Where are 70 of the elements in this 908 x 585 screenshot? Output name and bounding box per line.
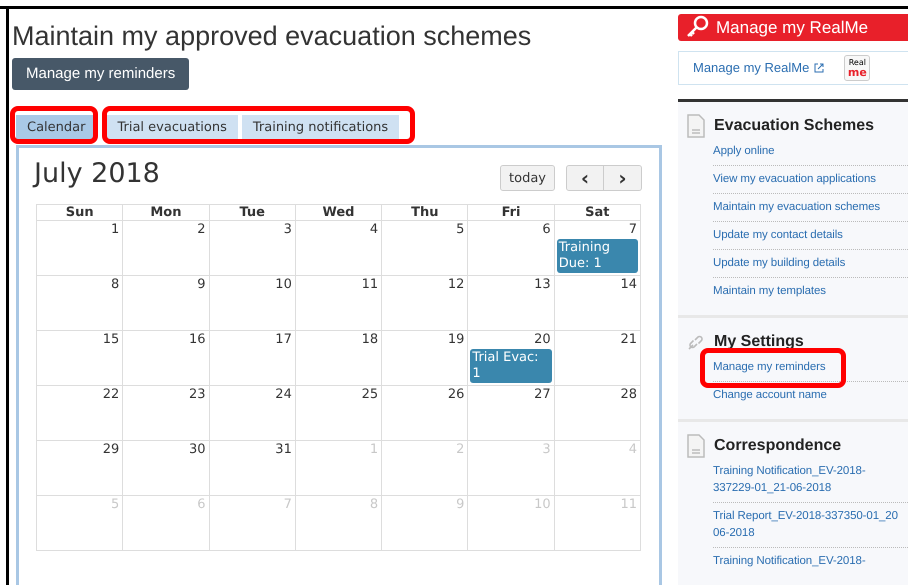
day-number: 14 xyxy=(620,276,638,294)
weekday-header: Tue xyxy=(210,205,296,222)
sidebar-link[interactable]: View my evacuation applications xyxy=(713,171,908,188)
day-number: 24 xyxy=(275,386,293,404)
day-number: 5 xyxy=(456,221,466,240)
sidebar-link[interactable]: Change account name xyxy=(713,387,908,404)
day-number: 11 xyxy=(362,276,380,294)
day-number: 6 xyxy=(542,221,552,240)
calendar-event[interactable]: Trial Evac: 1 xyxy=(470,349,552,384)
day-number: 13 xyxy=(534,276,552,294)
day-number: 3 xyxy=(284,221,293,240)
page-title: Maintain my approved evacuation schemes xyxy=(12,20,532,52)
day-number: 19 xyxy=(448,331,466,350)
key-icon xyxy=(686,15,710,40)
realme-banner[interactable]: Manage my RealMe xyxy=(678,14,908,41)
sidebar-link[interactable]: Maintain my evacuation schemes xyxy=(713,199,908,216)
manage-reminders-button[interactable]: Manage my reminders xyxy=(12,58,190,90)
sidebar-link[interactable]: Training Notification_EV-2018- xyxy=(713,553,908,570)
day-number: 27 xyxy=(534,386,552,404)
realme-link[interactable]: Manage my RealMe xyxy=(693,58,824,78)
day-number: 7 xyxy=(628,221,638,240)
document-icon xyxy=(686,434,706,458)
day-number: 18 xyxy=(362,331,380,350)
day-number: 21 xyxy=(620,331,638,350)
sidebar-link[interactable]: Maintain my templates xyxy=(713,283,908,300)
day-number: 12 xyxy=(448,276,466,294)
day-number: 26 xyxy=(448,386,466,404)
weekday-header: Sat xyxy=(554,205,641,222)
sidebar-link[interactable]: Training Notification_EV-2018- 337229-01_21-06-2018 xyxy=(713,463,908,497)
weekday-header: Mon xyxy=(123,205,210,222)
sidebar-link[interactable]: Manage my reminders xyxy=(713,359,908,376)
today-button[interactable]: today xyxy=(500,165,555,192)
day-number: 4 xyxy=(370,221,380,240)
weekday-header: Fri xyxy=(468,205,555,222)
day-number: 31 xyxy=(275,441,293,460)
month-title: July 2018 xyxy=(34,157,160,191)
day-number: 22 xyxy=(102,386,120,404)
tab[interactable]: Trial evacuations xyxy=(106,115,238,140)
weekday-header: Wed xyxy=(296,205,382,222)
day-number: 9 xyxy=(197,276,207,294)
external-link-icon xyxy=(814,62,824,73)
day-number: 1 xyxy=(111,221,120,240)
weekday-header: Thu xyxy=(382,205,468,222)
banner-title: Manage my RealMe xyxy=(716,16,868,39)
document-icon xyxy=(686,114,706,138)
tab[interactable]: Training notifications xyxy=(242,115,400,140)
day-number: 23 xyxy=(189,386,207,404)
day-number: 16 xyxy=(189,331,207,350)
section-title: My Settings xyxy=(714,332,804,352)
day-number: 15 xyxy=(102,331,120,350)
day-number: 10 xyxy=(275,276,293,294)
previous-button[interactable]: ‹ xyxy=(566,165,604,192)
realme-logo: Real me xyxy=(844,54,870,81)
calendar-event[interactable]: Training Due: 1 xyxy=(556,239,638,274)
next-button[interactable]: › xyxy=(604,165,642,192)
weekday-header: Sun xyxy=(37,205,124,222)
section-title: Evacuation Schemes xyxy=(714,116,874,136)
section-title: Correspondence xyxy=(714,436,842,456)
day-number: 30 xyxy=(189,441,207,460)
day-number: 20 xyxy=(534,331,552,350)
day-number: 29 xyxy=(102,441,120,460)
day-number: 28 xyxy=(620,386,638,404)
day-number: 2 xyxy=(197,221,207,240)
day-number: 8 xyxy=(111,276,120,294)
day-number: 25 xyxy=(362,386,380,404)
sidebar-link[interactable]: Trial Report_EV-2018-337350-01_20 06-2018 xyxy=(713,508,908,542)
sidebar-link[interactable]: Apply online xyxy=(713,143,908,160)
sidebar-link[interactable]: Update my contact details xyxy=(713,227,908,244)
day-number: 17 xyxy=(275,331,293,350)
sidebar-link[interactable]: Update my building details xyxy=(713,255,908,272)
